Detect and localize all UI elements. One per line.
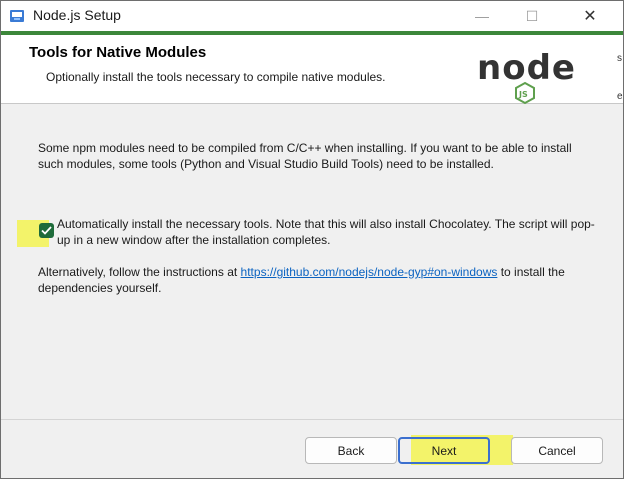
back-button[interactable]: Back [305,437,397,464]
cancel-button[interactable]: Cancel [511,437,603,464]
clipped-edge-text: s [617,53,622,64]
close-button[interactable]: ✕ [567,1,613,31]
clipped-edge-text: e [617,91,623,102]
installer-window: Node.js Setup — ☐ ✕ Tools for Native Mod… [0,0,624,479]
node-gyp-link[interactable]: https://github.com/nodejs/node-gyp#on-wi… [241,265,498,279]
alternative-instructions: Alternatively, follow the instructions a… [38,264,598,296]
install-tools-checkbox[interactable] [39,223,54,238]
nodejs-logo: node JS [477,48,575,105]
footer-divider [1,419,623,420]
intro-text: Some npm modules need to be compiled fro… [38,141,572,171]
header-banner: Tools for Native Modules Optionally inst… [1,31,623,105]
maximize-button[interactable]: ☐ [509,1,555,31]
window-title: Node.js Setup [33,7,121,23]
nodejs-logo-badge: JS [518,90,528,99]
title-bar: Node.js Setup — ☐ ✕ [1,1,623,31]
page-title: Tools for Native Modules [29,44,207,61]
alt-text-prefix: Alternatively, follow the instructions a… [38,265,241,279]
minimize-button[interactable]: — [459,1,505,31]
installer-app-icon [10,10,24,22]
checkmark-icon [41,226,52,235]
page-subtitle: Optionally install the tools necessary t… [46,70,386,84]
highlight-marker [490,435,513,465]
install-tools-label[interactable]: Automatically install the necessary tool… [57,216,597,248]
next-button[interactable]: Next [398,437,490,464]
